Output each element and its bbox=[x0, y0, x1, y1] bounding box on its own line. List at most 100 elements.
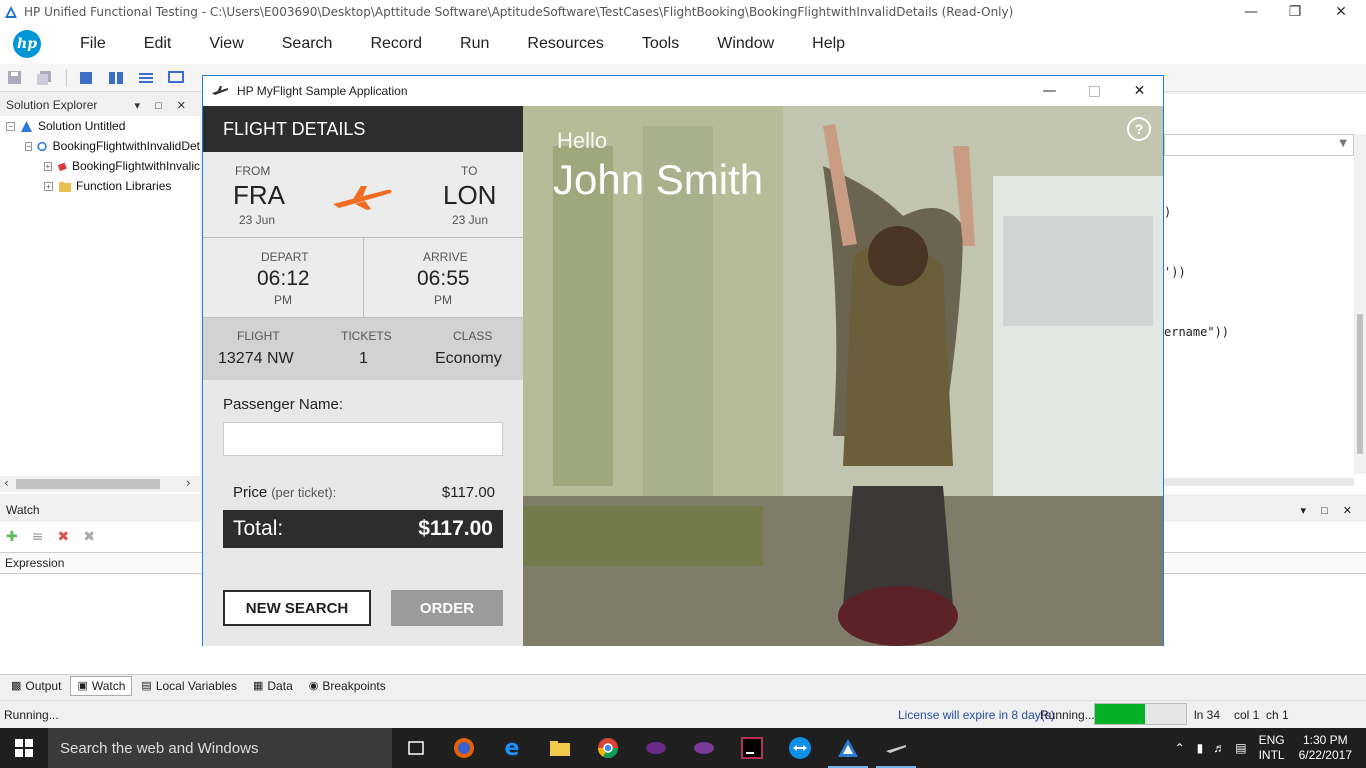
add-watch-icon[interactable]: ✚ bbox=[6, 529, 18, 545]
split-pane-icon[interactable] bbox=[107, 70, 125, 86]
menu-edit[interactable]: Edit bbox=[125, 35, 191, 53]
from-code: FRA bbox=[233, 180, 285, 210]
passenger-name-input[interactable] bbox=[223, 422, 503, 456]
window-titlebar: HP Unified Functional Testing - C:\Users… bbox=[0, 0, 1366, 24]
screen-icon[interactable] bbox=[167, 70, 185, 86]
scrollbar-thumb[interactable] bbox=[16, 479, 160, 489]
myflight-minimize-button[interactable]: — bbox=[1027, 76, 1072, 106]
network-icon[interactable]: ▮ bbox=[1197, 741, 1204, 755]
scroll-right-icon[interactable]: › bbox=[186, 476, 191, 490]
flight-label: FLIGHT bbox=[237, 329, 280, 343]
menu-file[interactable]: File bbox=[61, 35, 125, 53]
eclipse-app[interactable] bbox=[632, 728, 680, 768]
intellij-app[interactable] bbox=[728, 728, 776, 768]
menu-window[interactable]: Window bbox=[698, 35, 793, 53]
order-button[interactable]: ORDER bbox=[391, 590, 503, 626]
help-icon[interactable]: ? bbox=[1127, 117, 1151, 141]
tab-data[interactable]: ▦ Data bbox=[246, 676, 300, 696]
notifications-icon[interactable]: ▤ bbox=[1235, 741, 1246, 755]
menu-view[interactable]: View bbox=[190, 35, 262, 53]
single-pane-icon[interactable] bbox=[77, 70, 95, 86]
from-date: 23 Jun bbox=[239, 213, 276, 227]
eclipse-app-2[interactable] bbox=[680, 728, 728, 768]
hello-text: Hello bbox=[557, 128, 608, 153]
edge-icon: e bbox=[504, 735, 520, 761]
flight-info-section: FLIGHT 13274 NW TICKETS 1 CLASS Economy bbox=[203, 318, 523, 380]
expression-header-label: Expression bbox=[5, 556, 65, 570]
list-icon[interactable] bbox=[137, 70, 155, 86]
volume-icon[interactable]: ♬ bbox=[1213, 741, 1225, 755]
save-icon[interactable] bbox=[6, 70, 24, 86]
solution-explorer-hscrollbar[interactable]: ‹ › bbox=[0, 476, 200, 492]
menu-tools[interactable]: Tools bbox=[623, 35, 698, 53]
delete-all-icon[interactable]: ✖ bbox=[83, 529, 95, 545]
flight-details-panel: FLIGHT DETAILS FROM FRA 23 Jun TO LON 23… bbox=[203, 106, 523, 646]
teamviewer-app[interactable] bbox=[776, 728, 824, 768]
tree-item-test[interactable]: − BookingFlightwithInvalidDet bbox=[0, 136, 200, 156]
editor-vscrollbar[interactable] bbox=[1354, 134, 1366, 474]
tree-item-solution[interactable]: − Solution Untitled bbox=[0, 116, 200, 136]
show-hidden-icons[interactable]: ⌃ bbox=[1175, 741, 1185, 755]
menu-help[interactable]: Help bbox=[793, 35, 864, 53]
tab-watch[interactable]: ▣ Watch bbox=[70, 675, 133, 696]
code-editor[interactable]: ▼ ) ')) ername")) bbox=[1164, 94, 1366, 494]
run-status: Running... bbox=[1040, 707, 1095, 722]
uft-app[interactable] bbox=[824, 728, 872, 768]
depart-ampm: PM bbox=[274, 293, 292, 307]
myflight-close-button[interactable]: ✕ bbox=[1117, 76, 1162, 106]
menu-record[interactable]: Record bbox=[351, 35, 441, 53]
list-icon[interactable]: ≡ bbox=[32, 529, 44, 545]
depart-label: DEPART bbox=[261, 250, 309, 264]
collapse-icon[interactable]: − bbox=[6, 121, 15, 131]
hp-logo: hp bbox=[13, 30, 41, 58]
close-button[interactable]: ✕ bbox=[1318, 0, 1364, 24]
arrive-ampm: PM bbox=[434, 293, 452, 307]
chrome-app[interactable] bbox=[584, 728, 632, 768]
save-all-icon[interactable] bbox=[36, 70, 54, 86]
restore-button[interactable]: ❐ bbox=[1272, 0, 1318, 24]
tab-output[interactable]: ▩ Output bbox=[4, 676, 68, 696]
to-label: TO bbox=[461, 164, 478, 178]
taskbar-search[interactable]: Search the web and Windows bbox=[48, 728, 392, 768]
file-explorer-app[interactable] bbox=[536, 728, 584, 768]
new-search-button[interactable]: NEW SEARCH bbox=[223, 590, 371, 626]
flight-details-header: FLIGHT DETAILS bbox=[203, 106, 523, 152]
menu-run[interactable]: Run bbox=[441, 35, 508, 53]
task-view-button[interactable] bbox=[392, 728, 440, 768]
folder-icon bbox=[550, 741, 570, 756]
collapse-icon[interactable]: − bbox=[25, 141, 33, 151]
language-indicator[interactable]: ENG INTL bbox=[1259, 733, 1285, 763]
code-line: ) bbox=[1164, 205, 1172, 219]
scrollbar-thumb[interactable] bbox=[1357, 314, 1363, 454]
firefox-app[interactable] bbox=[440, 728, 488, 768]
tab-breakpoints[interactable]: ◉ Breakpoints bbox=[302, 676, 393, 696]
myflight-app[interactable] bbox=[872, 728, 920, 768]
watch-icon: ▣ bbox=[77, 680, 88, 692]
clock[interactable]: 1:30 PM 6/22/2017 bbox=[1299, 733, 1352, 763]
editor-dropdown[interactable]: ▼ bbox=[1164, 134, 1354, 156]
tab-local-variables[interactable]: ▤ Local Variables bbox=[134, 676, 244, 696]
edge-app[interactable]: e bbox=[488, 728, 536, 768]
expand-icon[interactable]: + bbox=[44, 181, 53, 191]
menu-resources[interactable]: Resources bbox=[508, 35, 622, 53]
license-link[interactable]: License will expire in 8 day(s) bbox=[898, 708, 1055, 722]
expand-icon[interactable]: + bbox=[44, 161, 52, 171]
windows-icon bbox=[15, 739, 33, 757]
folder-icon bbox=[59, 181, 71, 192]
menu-search[interactable]: Search bbox=[263, 35, 352, 53]
scroll-left-icon[interactable]: ‹ bbox=[4, 476, 9, 490]
minimize-button[interactable]: — bbox=[1228, 0, 1274, 24]
total-value: $117.00 bbox=[418, 517, 493, 540]
delete-icon[interactable]: ✖ bbox=[57, 529, 69, 545]
flight-number: 13274 NW bbox=[218, 350, 294, 367]
tree-item-action[interactable]: + BookingFlightwithInvalic bbox=[0, 156, 200, 176]
start-button[interactable] bbox=[0, 728, 48, 768]
solution-explorer-title: Solution Explorer bbox=[6, 98, 98, 112]
tree-item-function-libraries[interactable]: + Function Libraries bbox=[0, 176, 200, 196]
myflight-maximize-button[interactable]: □ bbox=[1072, 76, 1117, 106]
pane-controls[interactable]: ▾ □ ✕ bbox=[135, 99, 201, 112]
pane-controls[interactable]: ▾ □ ✕ bbox=[1301, 504, 1366, 517]
firefox-icon bbox=[454, 738, 474, 758]
editor-hscrollbar[interactable] bbox=[1164, 478, 1354, 486]
column-indicator: col 1 bbox=[1234, 707, 1260, 722]
